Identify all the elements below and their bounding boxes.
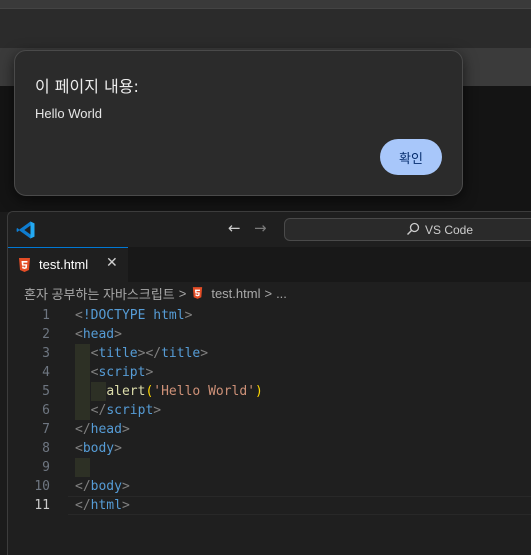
code-token: >	[121, 498, 130, 513]
code-token: >	[184, 308, 193, 323]
code-text: <body>	[75, 439, 122, 458]
code-line[interactable]: 2 <head>	[8, 325, 531, 344]
breadcrumb-folder[interactable]: 혼자 공부하는 자바스크립트	[24, 284, 175, 303]
line-number: 6	[42, 403, 50, 418]
code-token: >	[121, 422, 130, 437]
line-number: 4	[42, 365, 50, 380]
code-token: >	[114, 441, 122, 456]
code-token: ></	[137, 346, 162, 361]
code-token: <	[75, 441, 83, 456]
code-token: <	[75, 327, 83, 342]
line-number: 8	[42, 441, 50, 456]
breadcrumb-separator-icon: >	[178, 285, 187, 301]
line-number: 9	[42, 460, 50, 475]
code-token: >	[114, 327, 122, 342]
line-number: 10	[34, 479, 50, 494]
code-text: </script>	[75, 401, 161, 420]
code-token: title	[98, 346, 138, 361]
command-center-label: VS Code	[425, 223, 474, 237]
code-text: <script>	[75, 363, 154, 382]
code-token: </	[75, 479, 91, 494]
code-text: <title></title>	[75, 344, 208, 363]
search-icon	[407, 222, 420, 235]
alert-title: 이 페이지 내용:	[35, 77, 139, 96]
line-number: 11	[34, 498, 50, 513]
tab-label: test.html	[39, 257, 89, 272]
code-text: alert('Hello World')	[75, 382, 263, 401]
line-number: 2	[42, 327, 50, 342]
code-token: alert	[106, 384, 146, 399]
code-token: </	[75, 498, 91, 513]
breadcrumb: 혼자 공부하는 자바스크립트 > test.html > ...	[24, 282, 531, 304]
code-token: script	[106, 403, 154, 418]
code-token: script	[98, 365, 146, 380]
code-token: title	[161, 346, 201, 361]
line-number: 3	[42, 346, 50, 361]
code-token: </	[90, 403, 107, 418]
breadcrumb-separator-icon: >	[264, 285, 273, 301]
code-token: >	[153, 403, 162, 418]
code-editor[interactable]: 1 <!DOCTYPE html> 2 <head> 3 <title></title>…	[8, 304, 531, 555]
code-token: )	[255, 384, 263, 399]
code-text: </head>	[75, 420, 130, 439]
code-token: html	[153, 308, 185, 323]
code-token: <	[75, 308, 83, 323]
tab-test-html[interactable]: test.html ✕	[8, 247, 128, 282]
html5-file-icon	[193, 287, 203, 299]
indent-guide	[75, 458, 90, 477]
close-icon[interactable]: ✕	[106, 255, 118, 271]
code-token: body	[90, 479, 122, 494]
code-line[interactable]: 4 <script>	[8, 363, 531, 382]
code-token: 'Hello World'	[153, 384, 256, 399]
code-line[interactable]: 8 <body>	[8, 439, 531, 458]
code-line[interactable]: 6 </script>	[8, 401, 531, 420]
line-number: 5	[42, 384, 50, 399]
line-number: 1	[42, 308, 50, 323]
code-line[interactable]: 3 <title></title>	[8, 344, 531, 363]
code-line[interactable]: 11 </html>	[8, 496, 531, 515]
alert-dialog: 이 페이지 내용: Hello World 확인	[14, 50, 463, 196]
current-line-highlight	[68, 496, 531, 515]
code-token: >	[121, 479, 130, 494]
line-number: 7	[42, 422, 50, 437]
code-token: >	[200, 346, 209, 361]
tab-bar: test.html ✕	[8, 247, 531, 282]
breadcrumb-file[interactable]: test.html	[211, 286, 260, 301]
code-line[interactable]: 10 </body>	[8, 477, 531, 496]
browser-frame-top	[0, 0, 531, 8]
code-line[interactable]: 9	[8, 458, 531, 477]
html5-file-icon	[19, 258, 30, 272]
alert-message: Hello World	[35, 106, 102, 121]
vscode-window: ← → VS Code test.html ✕ 혼자 공부하는 자바스크립트 >…	[7, 211, 531, 555]
code-token: !DOCTYPE	[82, 308, 146, 323]
code-token: html	[90, 498, 122, 513]
code-token: head	[82, 327, 115, 342]
code-text: </html>	[75, 496, 130, 515]
code-text: </body>	[75, 477, 130, 496]
code-token: body	[82, 441, 115, 456]
code-token: </	[75, 422, 91, 437]
code-line[interactable]: 7 </head>	[8, 420, 531, 439]
back-arrow-icon[interactable]: ←	[228, 219, 241, 237]
vscode-logo-icon	[16, 221, 35, 239]
code-text: <head>	[75, 325, 122, 344]
title-bar: ← → VS Code	[8, 212, 531, 248]
code-token: >	[145, 365, 154, 380]
code-text: <!DOCTYPE html>	[75, 306, 192, 325]
code-line[interactable]: 5 alert('Hello World')	[8, 382, 531, 401]
breadcrumb-more[interactable]: ...	[276, 286, 287, 301]
code-token: head	[90, 422, 122, 437]
forward-arrow-icon[interactable]: →	[254, 219, 267, 237]
command-center-search[interactable]: VS Code	[284, 218, 531, 241]
alert-ok-button[interactable]: 확인	[380, 139, 442, 175]
browser-toolbar	[0, 8, 531, 49]
code-line[interactable]: 1 <!DOCTYPE html>	[8, 306, 531, 325]
